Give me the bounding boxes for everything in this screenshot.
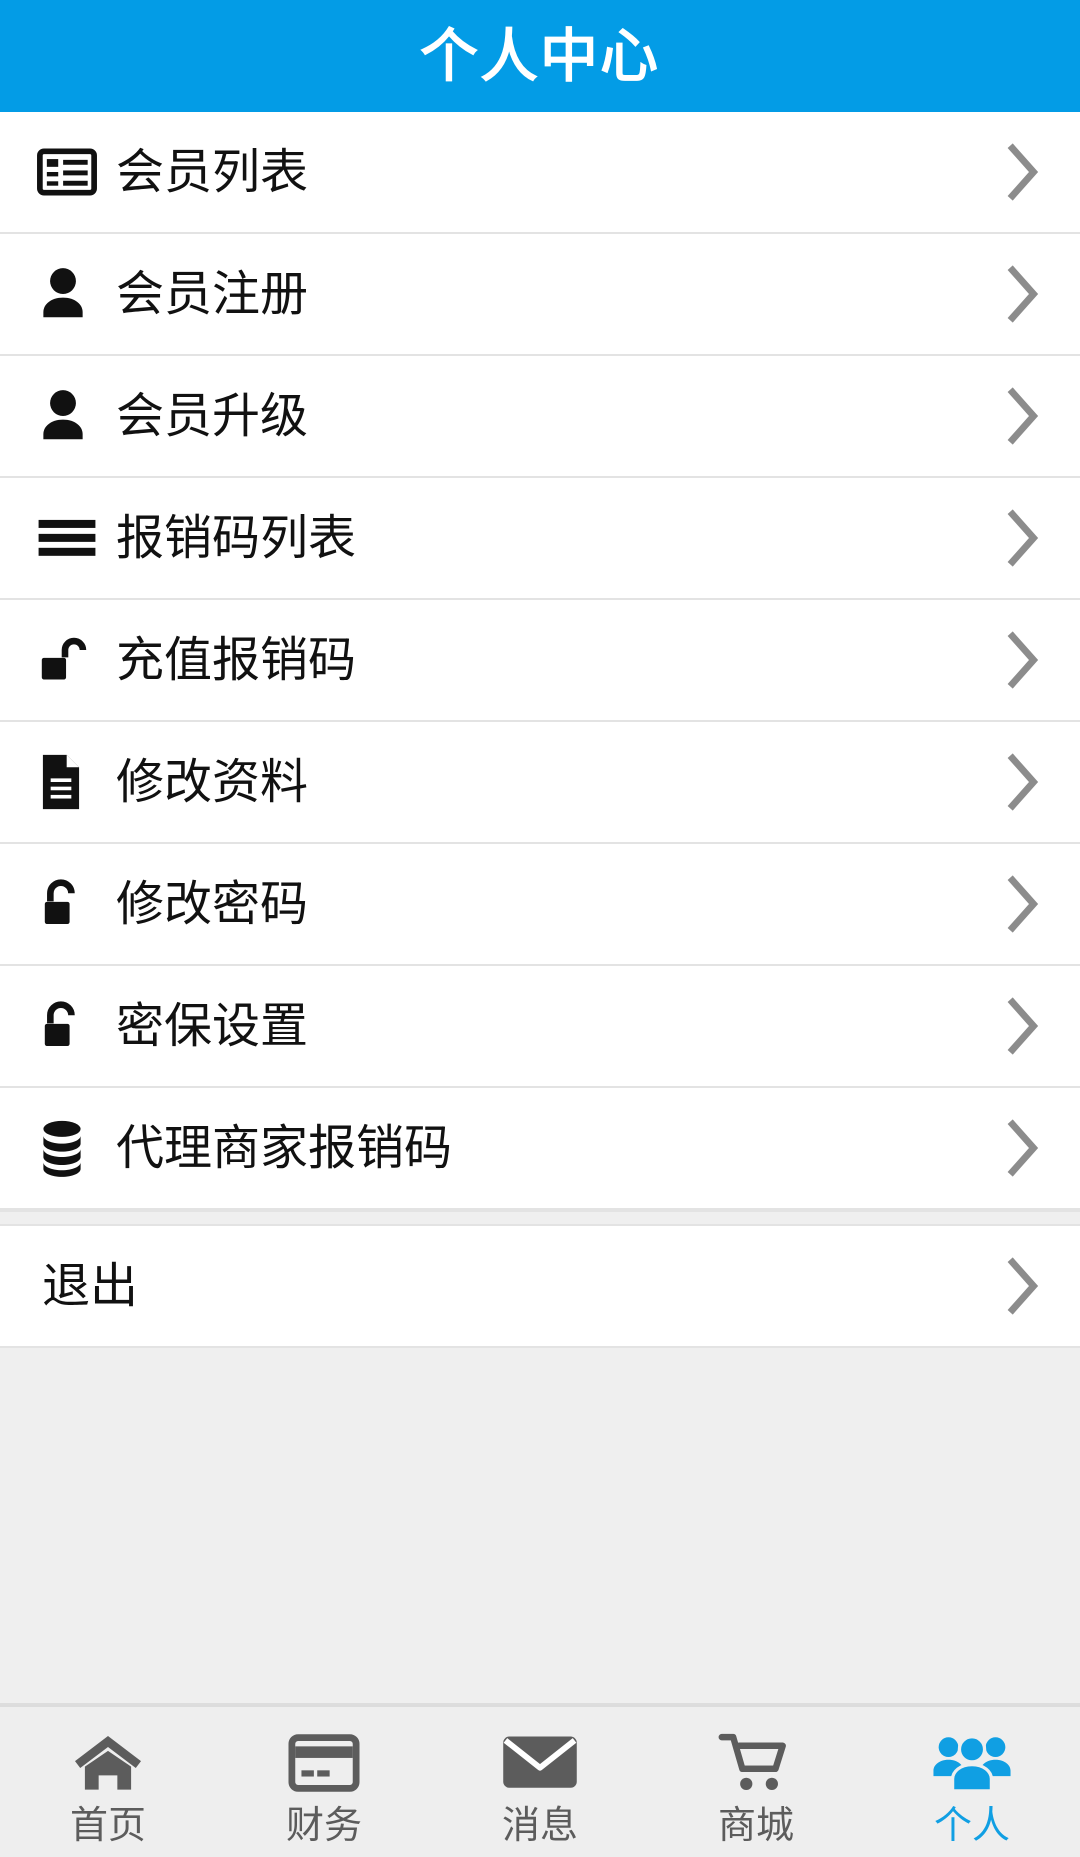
bottom-tab-bar: 首页 财务 消息 商城 个人: [0, 1705, 1080, 1857]
menu-item-recharge-code[interactable]: 充值报销码: [0, 600, 1080, 722]
bars-icon: [36, 505, 102, 571]
menu-item-label: 退出: [42, 1258, 139, 1314]
menu-list: 会员列表 会员注册 会员升级 报销码列表 充值报销码 修改资料 修改密码 密保设…: [0, 112, 1080, 1348]
menu-item-label: 会员注册: [116, 266, 309, 322]
chevron-right-icon: [988, 355, 1058, 477]
menu-item-logout[interactable]: 退出: [0, 1226, 1080, 1348]
menu-item-code-list[interactable]: 报销码列表: [0, 478, 1080, 600]
menu-item-label: 修改资料: [116, 754, 309, 810]
shopping-cart-icon: [718, 1726, 794, 1800]
menu-item-security-settings[interactable]: 密保设置: [0, 966, 1080, 1088]
chevron-right-icon: [988, 477, 1058, 599]
chevron-right-icon: [988, 965, 1058, 1087]
tab-label: 财务: [285, 1803, 362, 1847]
tab-mall[interactable]: 商城: [648, 1707, 864, 1857]
menu-item-member-list[interactable]: 会员列表: [0, 112, 1080, 234]
tab-messages[interactable]: 消息: [432, 1707, 648, 1857]
page-header: 个人中心: [0, 0, 1080, 112]
tab-label: 首页: [69, 1803, 146, 1847]
content-filler: [0, 1348, 1080, 1705]
chevron-right-icon: [988, 1225, 1058, 1347]
tab-label: 消息: [501, 1803, 578, 1847]
tab-finance[interactable]: 财务: [216, 1707, 432, 1857]
chevron-right-icon: [988, 721, 1058, 843]
app-screen: 个人中心 会员列表 会员注册 会员升级 报销码列表 充值报销码 修改资料 修改密…: [0, 0, 1080, 1857]
tab-label: 个人: [933, 1803, 1010, 1847]
menu-item-member-register[interactable]: 会员注册: [0, 234, 1080, 356]
chevron-right-icon: [988, 233, 1058, 355]
menu-item-label: 会员升级: [116, 388, 309, 444]
menu-item-change-password[interactable]: 修改密码: [0, 844, 1080, 966]
credit-card-icon: [287, 1726, 361, 1800]
tab-home[interactable]: 首页: [0, 1707, 216, 1857]
group-people-icon: [931, 1726, 1013, 1800]
chevron-right-icon: [988, 1087, 1058, 1209]
menu-item-label: 修改密码: [116, 876, 309, 932]
menu-item-label: 报销码列表: [116, 510, 357, 566]
menu-item-agent-merchant-code[interactable]: 代理商家报销码: [0, 1088, 1080, 1210]
home-icon: [72, 1726, 144, 1800]
menu-item-label: 密保设置: [116, 998, 309, 1054]
menu-item-label: 会员列表: [116, 144, 309, 200]
menu-item-label: 代理商家报销码: [116, 1120, 453, 1176]
chevron-right-icon: [988, 111, 1058, 233]
tab-label: 商城: [717, 1803, 794, 1847]
tab-personal[interactable]: 个人: [864, 1707, 1080, 1857]
database-icon: [36, 1115, 102, 1181]
lock-open-icon: [36, 871, 102, 937]
section-divider: [0, 1210, 1080, 1226]
lock-open-icon: [36, 993, 102, 1059]
list-box-icon: [36, 139, 102, 205]
menu-item-member-upgrade[interactable]: 会员升级: [0, 356, 1080, 478]
person-icon: [36, 383, 102, 449]
document-icon: [36, 749, 102, 815]
chevron-right-icon: [988, 599, 1058, 721]
person-icon: [36, 261, 102, 327]
envelope-icon: [501, 1726, 579, 1800]
page-title: 个人中心: [419, 22, 660, 90]
menu-item-label: 充值报销码: [116, 632, 357, 688]
unlock-right-icon: [36, 627, 102, 693]
menu-item-edit-profile[interactable]: 修改资料: [0, 722, 1080, 844]
chevron-right-icon: [988, 843, 1058, 965]
